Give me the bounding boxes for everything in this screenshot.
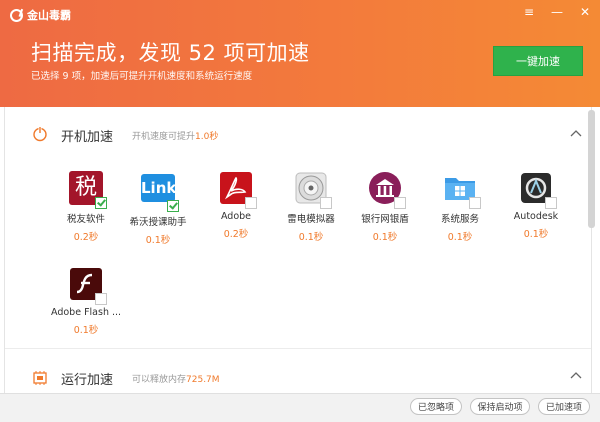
item-value: 0.1秒 (73, 325, 99, 336)
kept-startup-button[interactable]: 保持启动项 (470, 398, 530, 415)
app-logo-text: 金山毒霸 (27, 9, 71, 22)
startup-item[interactable]: 税 税友软件 0.2秒 (51, 171, 121, 243)
section-divider (5, 348, 591, 349)
folder-windows-icon (443, 171, 481, 209)
item-name: Adobe (220, 211, 252, 222)
memory-chip-icon (33, 371, 47, 385)
item-checkbox[interactable] (394, 197, 406, 209)
item-name: Adobe Flash ... (51, 307, 122, 318)
startup-item[interactable]: Autodesk 0.1秒 (501, 171, 571, 240)
startup-section-title: 开机加速 (61, 130, 114, 145)
bank-shield-icon (368, 171, 406, 209)
scan-result-title: 扫描完成，发现 52 项可加速 (31, 41, 310, 65)
item-checkbox[interactable] (320, 197, 332, 209)
startup-item[interactable]: Adobe Flash ... 0.1秒 (51, 267, 121, 336)
item-value: 0.2秒 (73, 232, 99, 243)
adobe-reader-icon (219, 171, 257, 209)
item-checkbox[interactable] (545, 197, 557, 209)
header-banner: 金山毒霸 ≡ — ✕ 扫描完成，发现 52 项可加速 已选择 9 项，加速后可提… (0, 0, 600, 107)
close-button[interactable]: ✕ (578, 5, 592, 19)
runtime-section-title: 运行加速 (61, 373, 114, 388)
adobe-flash-icon (69, 267, 107, 305)
runtime-section-header[interactable]: 运行加速 可以释放内存725.7M (5, 357, 591, 393)
item-name: 系统服务 (440, 214, 479, 225)
power-icon (33, 126, 47, 142)
startup-item[interactable]: 系统服务 0.1秒 (425, 171, 495, 243)
item-checkbox[interactable] (245, 197, 257, 209)
item-checkbox[interactable] (95, 197, 107, 209)
startup-item[interactable]: Adobe 0.2秒 (201, 171, 271, 240)
runtime-memory-text: 可以释放内存725.7M (132, 375, 220, 385)
item-name: 雷电模拟器 (287, 214, 335, 225)
item-value: 0.1秒 (523, 229, 549, 240)
window-controls: ≡ — ✕ (522, 5, 592, 19)
shuiyou-icon: 税 (69, 171, 107, 209)
accelerated-items-button[interactable]: 已加速项 (538, 398, 590, 415)
item-checkbox[interactable] (95, 293, 107, 305)
item-name: 银行网银盾 (361, 214, 409, 225)
chevron-up-icon[interactable] (570, 371, 582, 379)
item-value: 0.1秒 (145, 235, 171, 246)
startup-speedup-text: 开机速度可提升1.0秒 (132, 132, 219, 142)
startup-item[interactable]: Link 希沃授课助手 0.1秒 (123, 171, 193, 246)
item-name: Autodesk (513, 211, 559, 222)
startup-item[interactable]: 雷电模拟器 0.1秒 (276, 171, 346, 243)
footer-bar: 已忽略项 保持启动项 已加速项 (0, 393, 600, 422)
item-name: 税友软件 (66, 214, 105, 225)
scrollbar-thumb[interactable] (588, 110, 595, 228)
app-logo: 金山毒霸 (10, 7, 71, 23)
startup-speedup-value: 1.0秒 (195, 132, 219, 142)
item-checkbox[interactable] (469, 197, 481, 209)
runtime-memory-value: 725.7M (186, 375, 220, 385)
scan-result-subtitle: 已选择 9 项，加速后可提升开机速度和系统运行速度 (31, 71, 253, 82)
item-value: 0.1秒 (372, 232, 398, 243)
item-value: 0.2秒 (223, 229, 249, 240)
duba-logo-icon (10, 8, 23, 22)
menu-icon[interactable]: ≡ (522, 5, 536, 19)
minimize-button[interactable]: — (550, 5, 564, 19)
ldplayer-disc-icon (294, 171, 332, 209)
startup-item[interactable]: 银行网银盾 0.1秒 (350, 171, 420, 243)
startup-section-header[interactable]: 开机加速 开机速度可提升1.0秒 (5, 115, 591, 155)
item-value: 0.1秒 (447, 232, 473, 243)
autodesk-icon (519, 171, 557, 209)
scan-results-panel: 开机加速 开机速度可提升1.0秒 税 税友软件 0.2秒 Link 希沃授课助手… (4, 107, 592, 393)
item-value: 0.1秒 (298, 232, 324, 243)
item-checkbox[interactable] (167, 200, 179, 212)
chevron-up-icon[interactable] (570, 129, 582, 137)
one-click-accelerate-button[interactable]: 一键加速 (493, 46, 583, 76)
seewo-link-icon: Link (141, 174, 179, 212)
ignored-items-button[interactable]: 已忽略项 (410, 398, 462, 415)
item-name: 希沃授课助手 (129, 217, 187, 228)
